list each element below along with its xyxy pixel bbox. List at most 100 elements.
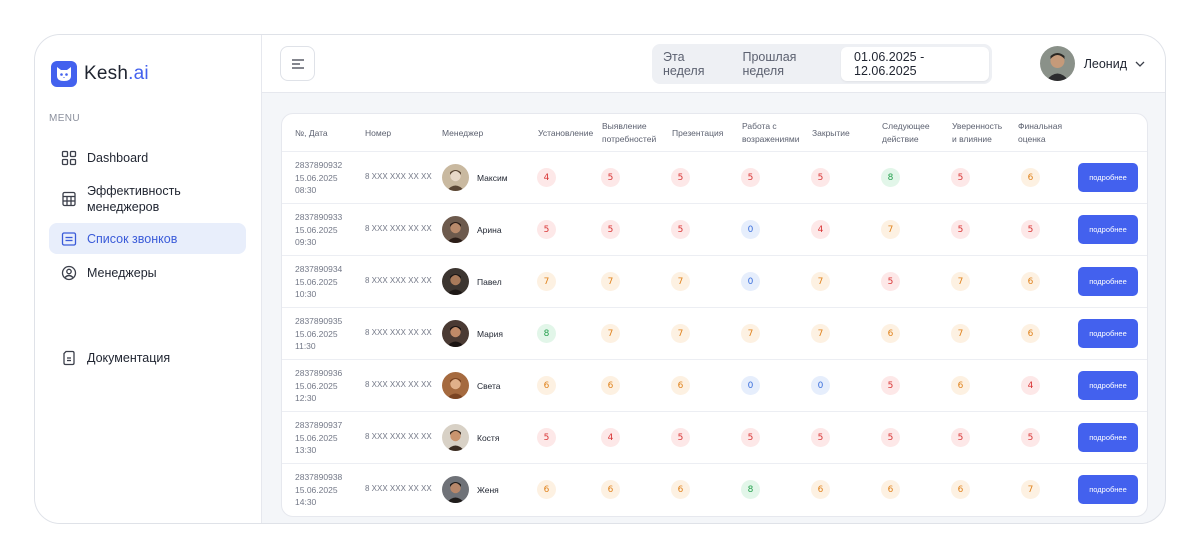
user-menu[interactable]: Леонид	[1039, 46, 1145, 81]
table-row: 2837890938 15.06.2025 14:30 8 XXX XXX XX…	[282, 464, 1147, 516]
call-id-date: 2837890934 15.06.2025 10:30	[295, 263, 342, 301]
sidebar-item-efficiency[interactable]: Эффективность менеджеров	[49, 181, 246, 217]
period-last-week[interactable]: Прошлая неделя	[733, 50, 842, 78]
score-badge: 6	[671, 480, 690, 499]
call-id: 2837890937	[295, 420, 343, 430]
sidebar-item-docs[interactable]: Документация	[49, 348, 246, 368]
sidebar-item-dashboard[interactable]: Dashboard	[49, 147, 246, 169]
logo[interactable]: Kesh.ai	[51, 61, 149, 87]
col-final-score: Финальная оценка	[1018, 121, 1063, 144]
score-badge: 6	[537, 480, 556, 499]
manager-cell: Мария	[442, 320, 503, 347]
details-button[interactable]: подробнее	[1078, 423, 1138, 452]
score-badge: 7	[1021, 480, 1040, 499]
menu-toggle-button[interactable]	[280, 46, 315, 81]
score-badge: 7	[951, 324, 970, 343]
call-date: 15.06.2025	[295, 484, 338, 495]
call-id: 2837890934	[295, 264, 343, 274]
score-badge: 6	[951, 376, 970, 395]
call-id-date: 2837890933 15.06.2025 09:30	[295, 211, 342, 249]
document-icon	[63, 350, 75, 366]
phone-number: 8 XXX XXX XX XX	[365, 172, 432, 181]
score-badge: 5	[671, 168, 690, 187]
table-row: 2837890934 15.06.2025 10:30 8 XXX XXX XX…	[282, 256, 1147, 308]
score-badge: 7	[881, 220, 900, 239]
score-badge: 8	[881, 168, 900, 187]
score-badge: 6	[671, 376, 690, 395]
call-time: 08:30	[295, 185, 317, 195]
user-avatar	[1039, 46, 1075, 81]
score-badge: 4	[1021, 376, 1040, 395]
score-badge: 7	[537, 272, 556, 291]
score-badge: 5	[601, 220, 620, 239]
manager-name: Женя	[477, 484, 499, 495]
score-badge: 8	[537, 324, 556, 343]
calls-table: №, Дата Номер Менеджер Установление Выяв…	[281, 113, 1148, 517]
call-time: 09:30	[295, 237, 317, 247]
call-time: 13:30	[295, 445, 317, 455]
call-date: 15.06.2025	[295, 224, 338, 235]
phone-number: 8 XXX XXX XX XX	[365, 484, 432, 493]
col-needs: Выявление потребностей	[602, 121, 657, 144]
score-badge: 7	[951, 272, 970, 291]
calculator-icon	[62, 191, 76, 207]
brand-name: Kesh.ai	[84, 63, 149, 84]
score-badge: 6	[1021, 168, 1040, 187]
col-closing: Закрытие	[812, 128, 850, 138]
details-button[interactable]: подробнее	[1078, 215, 1138, 244]
score-badge: 5	[741, 428, 760, 447]
score-badge: 7	[811, 272, 830, 291]
score-badge: 5	[671, 428, 690, 447]
period-selector: Эта неделя Прошлая неделя 01.06.2025 - 1…	[652, 44, 992, 84]
col-phone: Номер	[365, 128, 392, 138]
phone-number: 8 XXX XXX XX XX	[365, 432, 432, 441]
details-button[interactable]: подробнее	[1078, 267, 1138, 296]
user-circle-icon	[61, 265, 77, 281]
cat-logo-icon	[51, 61, 77, 87]
call-id-date: 2837890936 15.06.2025 12:30	[295, 367, 342, 405]
call-id: 2837890932	[295, 160, 343, 170]
sidebar-item-managers[interactable]: Менеджеры	[49, 263, 246, 283]
call-date: 15.06.2025	[295, 380, 338, 391]
details-button[interactable]: подробнее	[1078, 163, 1138, 192]
col-id-date: №, Дата	[295, 128, 328, 138]
score-badge: 7	[671, 324, 690, 343]
score-badge: 4	[811, 220, 830, 239]
details-button[interactable]: подробнее	[1078, 319, 1138, 348]
phone-number: 8 XXX XXX XX XX	[365, 224, 432, 233]
call-id-date: 2837890932 15.06.2025 08:30	[295, 159, 342, 197]
manager-avatar	[442, 424, 469, 451]
date-range-picker[interactable]: 01.06.2025 - 12.06.2025	[841, 47, 989, 81]
score-badge: 6	[811, 480, 830, 499]
table-row: 2837890936 15.06.2025 12:30 8 XXX XXX XX…	[282, 360, 1147, 412]
main-content: Эта неделя Прошлая неделя 01.06.2025 - 1…	[262, 35, 1165, 523]
manager-avatar	[442, 268, 469, 295]
sidebar-item-calls[interactable]: Список звонков	[49, 223, 246, 254]
score-badge: 5	[881, 272, 900, 291]
table-row: 2837890933 15.06.2025 09:30 8 XXX XXX XX…	[282, 204, 1147, 256]
sidebar-item-label: Список звонков	[87, 231, 178, 246]
manager-name: Максим	[477, 172, 508, 183]
call-id: 2837890933	[295, 212, 343, 222]
manager-name: Арина	[477, 224, 502, 235]
score-badge: 5	[741, 168, 760, 187]
col-establishing: Установление	[538, 128, 594, 138]
phone-number: 8 XXX XXX XX XX	[365, 276, 432, 285]
details-button[interactable]: подробнее	[1078, 371, 1138, 400]
manager-cell: Павел	[442, 268, 502, 295]
app-window: Kesh.ai MENU Dashboard Эффективность мен…	[34, 34, 1166, 524]
score-badge: 5	[881, 428, 900, 447]
score-badge: 6	[1021, 324, 1040, 343]
score-badge: 4	[601, 428, 620, 447]
period-this-week[interactable]: Эта неделя	[652, 50, 733, 78]
score-badge: 5	[537, 220, 556, 239]
score-badge: 8	[741, 480, 760, 499]
manager-avatar	[442, 476, 469, 503]
manager-name: Мария	[477, 328, 503, 339]
hamburger-icon	[291, 58, 304, 69]
call-time: 10:30	[295, 289, 317, 299]
details-button[interactable]: подробнее	[1078, 475, 1138, 504]
call-id-date: 2837890937 15.06.2025 13:30	[295, 419, 342, 457]
score-badge: 5	[1021, 220, 1040, 239]
call-time: 12:30	[295, 393, 317, 403]
